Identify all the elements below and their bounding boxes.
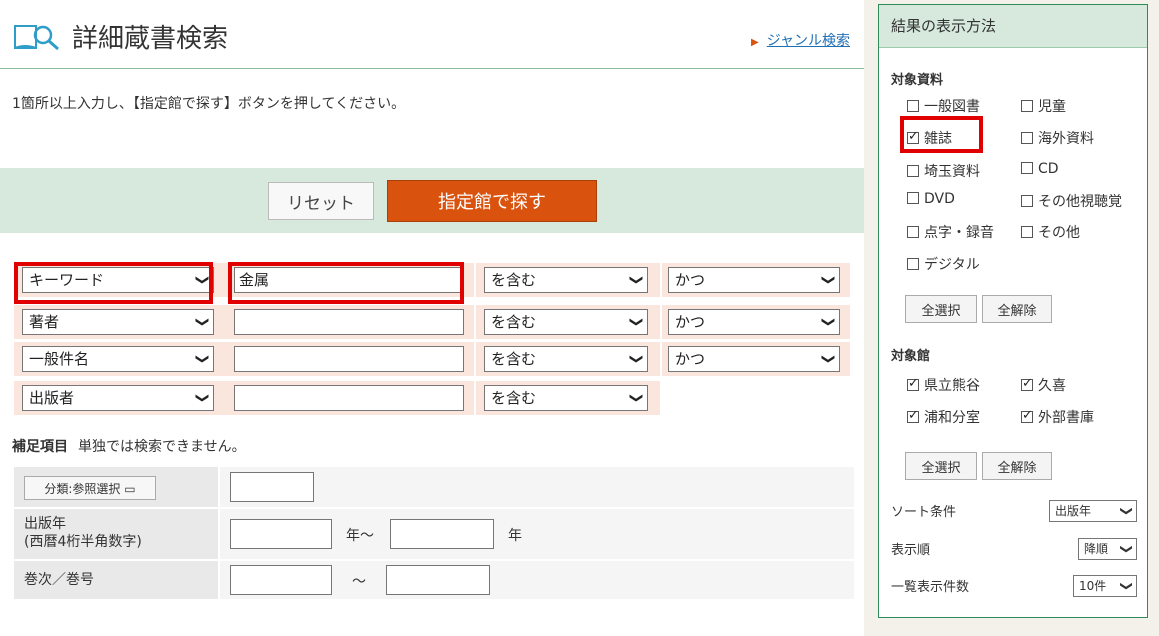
libraries-deselect-all-button[interactable]: 全解除: [982, 452, 1052, 480]
chevron-down-icon: ❯: [820, 353, 836, 365]
criteria-row: 著者 ❯ を含む ❯ かつ ❯: [14, 305, 850, 339]
order-select[interactable]: 降順 ❯: [1078, 538, 1137, 560]
panel-title: 結果の表示方法: [879, 5, 1147, 48]
reset-button[interactable]: リセット: [268, 182, 374, 220]
search-term-input[interactable]: [234, 385, 464, 411]
checkmark-icon: ✓: [1022, 408, 1033, 423]
checkbox-dvd[interactable]: DVD: [907, 191, 955, 207]
chevron-down-icon: ❯: [820, 274, 836, 286]
field-select[interactable]: 著者 ❯: [22, 309, 214, 335]
checkbox-children[interactable]: 児童: [1021, 96, 1066, 116]
highlight-box: [14, 262, 213, 304]
libraries-title: 対象館: [891, 349, 931, 364]
pub-year-row: 出版年 (西暦4桁半角数字) 年～ 年: [14, 509, 854, 559]
search-term-input[interactable]: [234, 346, 464, 372]
order-label: 表示順: [891, 543, 931, 558]
highlight-box: [900, 116, 983, 153]
search-term-input[interactable]: [234, 309, 464, 335]
pub-year-label: 出版年: [24, 516, 66, 532]
checkmark-icon: ✓: [908, 408, 919, 423]
match-select[interactable]: を含む ❯: [484, 309, 648, 335]
criteria-row: 出版者 ❯ を含む ❯: [14, 381, 850, 415]
checkmark-icon: ✓: [908, 376, 919, 391]
field-select[interactable]: 出版者 ❯: [22, 385, 214, 411]
sort-label: ソート条件: [891, 505, 957, 520]
chevron-down-icon: ❯: [628, 353, 644, 365]
classification-input[interactable]: [230, 472, 314, 502]
triangle-right-icon: ▶: [750, 37, 759, 48]
criteria-row: 一般件名 ❯ を含む ❯ かつ ❯: [14, 342, 850, 376]
year-from-input[interactable]: [230, 519, 332, 549]
checkbox-kumagaya[interactable]: ✓ 県立熊谷: [907, 375, 980, 395]
supplement-title: 補足項目 単独では検索できません。: [12, 439, 246, 455]
chevron-down-icon: ❯: [194, 316, 210, 328]
page-title: 詳細蔵書検索: [72, 24, 229, 54]
field-select[interactable]: 一般件名 ❯: [22, 346, 214, 372]
search-libraries-button[interactable]: 指定館で探す: [387, 180, 597, 222]
instruction-text: 1箇所以上入力し、【指定館で探す】ボタンを押してください。: [12, 96, 406, 112]
checkbox-urawa[interactable]: ✓ 浦和分室: [907, 407, 980, 427]
libraries-select-all-button[interactable]: 全選択: [905, 452, 977, 480]
display-options-panel: 結果の表示方法 対象資料 一般図書 児童 ✓ 雑誌 海外資料 埼玉資料 CD DV…: [878, 4, 1148, 618]
count-select[interactable]: 10件 ❯: [1073, 575, 1137, 597]
checkbox-foreign[interactable]: 海外資料: [1021, 128, 1094, 148]
materials-title: 対象資料: [891, 73, 944, 88]
genre-search-link[interactable]: ▶ ジャンル検索: [751, 30, 850, 50]
match-select[interactable]: を含む ❯: [484, 385, 648, 411]
chevron-down-icon: ❯: [1119, 543, 1134, 555]
popup-window-icon: ▭: [124, 481, 136, 496]
operator-select[interactable]: かつ ❯: [668, 267, 840, 293]
chevron-down-icon: ❯: [628, 274, 644, 286]
operator-select[interactable]: かつ ❯: [668, 309, 840, 335]
classification-row: 分類:参照選択 ▭: [14, 467, 854, 507]
match-select[interactable]: を含む ❯: [484, 346, 648, 372]
checkbox-saitama[interactable]: 埼玉資料: [907, 161, 980, 181]
checkbox-cd[interactable]: CD: [1021, 161, 1059, 177]
volume-from-input[interactable]: [230, 565, 332, 595]
chevron-down-icon: ❯: [1119, 580, 1134, 592]
match-select[interactable]: を含む ❯: [484, 267, 648, 293]
search-main-panel: 詳細蔵書検索 ▶ ジャンル検索 1箇所以上入力し、【指定館で探す】ボタンを押してく…: [0, 0, 864, 636]
highlight-box: [228, 262, 464, 304]
chevron-down-icon: ❯: [820, 316, 836, 328]
pub-year-hint: (西暦4桁半角数字): [24, 534, 142, 550]
checkbox-general-books[interactable]: 一般図書: [907, 96, 980, 116]
checkbox-other-av[interactable]: その他視聴覚: [1021, 191, 1122, 211]
chevron-down-icon: ❯: [628, 316, 644, 328]
checkbox-digital[interactable]: デジタル: [907, 254, 980, 274]
chevron-down-icon: ❯: [1119, 505, 1134, 517]
checkbox-braille[interactable]: 点字・録音: [907, 222, 994, 242]
year-to-input[interactable]: [390, 519, 494, 549]
page-header: 詳細蔵書検索 ▶ ジャンル検索: [0, 0, 864, 69]
checkbox-external-storage[interactable]: ✓ 外部書庫: [1021, 407, 1094, 427]
volume-row: 巻次／巻号 ～: [14, 561, 854, 599]
volume-to-input[interactable]: [386, 565, 490, 595]
operator-select[interactable]: かつ ❯: [668, 346, 840, 372]
open-book-search-icon: [14, 25, 59, 51]
chevron-down-icon: ❯: [628, 392, 644, 404]
materials-deselect-all-button[interactable]: 全解除: [982, 295, 1052, 323]
count-label: 一覧表示件数: [891, 580, 970, 595]
checkbox-other[interactable]: その他: [1021, 222, 1080, 242]
classification-select-button[interactable]: 分類:参照選択 ▭: [24, 476, 156, 500]
sort-select[interactable]: 出版年 ❯: [1049, 500, 1137, 522]
checkmark-icon: ✓: [1022, 376, 1033, 391]
action-band: リセット 指定館で探す: [0, 168, 864, 233]
chevron-down-icon: ❯: [194, 353, 210, 365]
materials-select-all-button[interactable]: 全選択: [905, 295, 977, 323]
checkbox-kuki[interactable]: ✓ 久喜: [1021, 375, 1066, 395]
chevron-down-icon: ❯: [194, 392, 210, 404]
